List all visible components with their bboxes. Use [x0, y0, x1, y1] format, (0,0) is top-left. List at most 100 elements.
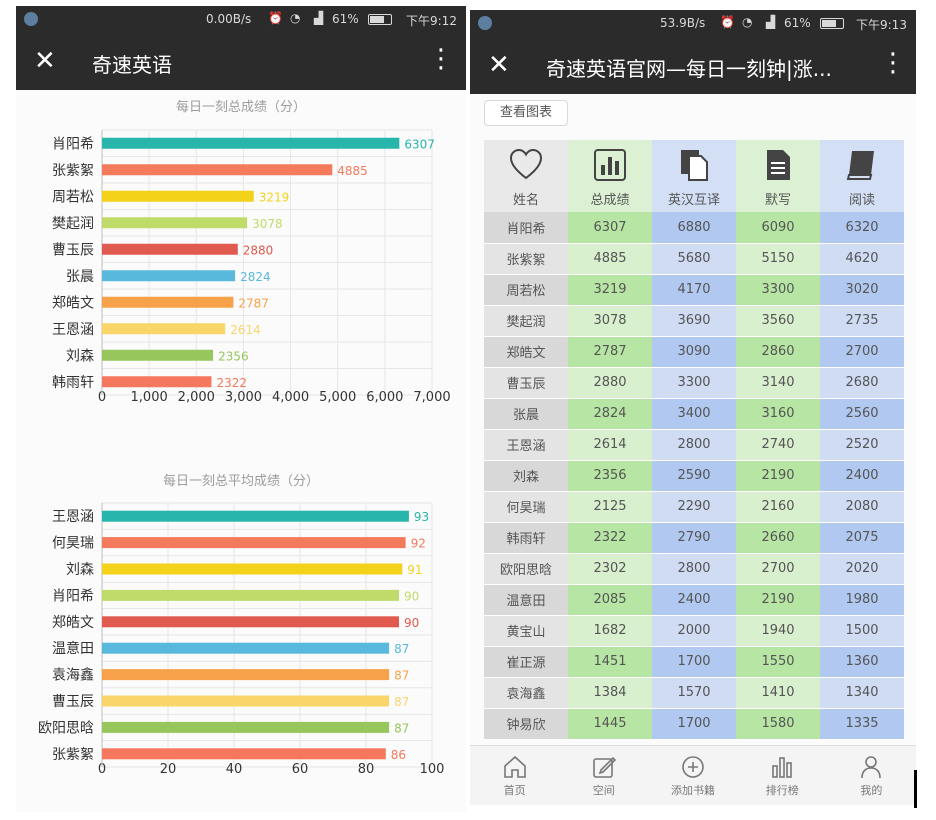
cell-dictation: 5150 — [736, 243, 820, 275]
nav-label: 首页 — [503, 784, 526, 797]
nav-space[interactable]: 空间 — [559, 746, 648, 805]
bar[interactable] — [102, 190, 254, 202]
more-options-icon[interactable]: ⋮ — [428, 45, 454, 73]
more-options-icon[interactable]: ⋮ — [880, 49, 906, 77]
nav-add-book[interactable]: 添加书籍 — [648, 746, 737, 805]
table-row[interactable]: 曹玉辰 2880 3300 3140 2680 — [484, 367, 904, 399]
bar[interactable] — [102, 642, 390, 654]
average-score-bar-chart: 0 20 40 60 80 100王恩涵 93何昊瑞 92刘森 91肖阳希 90郑皓文 90温意田 8… — [38, 502, 444, 777]
plus-circle-icon — [682, 756, 704, 778]
ranking-icon — [772, 757, 793, 778]
table-row[interactable]: 何昊瑞 2125 2290 2160 2080 — [484, 491, 904, 523]
data-label: 93 — [414, 510, 429, 524]
bar[interactable] — [102, 695, 390, 707]
table-row[interactable]: 袁海鑫 1384 1570 1410 1340 — [484, 677, 904, 709]
bar[interactable] — [102, 270, 236, 282]
cell-reading: 1360 — [820, 646, 904, 678]
alarm-icon: ⏰ — [268, 11, 283, 25]
cell-dictation: 2660 — [736, 522, 820, 554]
cell-total: 4885 — [568, 243, 652, 275]
bar[interactable] — [102, 243, 238, 255]
view-chart-button[interactable]: 查看图表 — [484, 100, 568, 126]
table-row[interactable]: 温意田 2085 2400 2190 1980 — [484, 584, 904, 616]
table-row[interactable]: 钟易欣 1445 1700 1580 1335 — [484, 708, 904, 740]
page-title: 奇速英语 — [92, 53, 172, 77]
table-row[interactable]: 王恩涵 2614 2800 2740 2520 — [484, 429, 904, 461]
cell-reading: 6320 — [820, 212, 904, 244]
category-label: 王恩涵 — [52, 509, 94, 525]
cell-translation: 2000 — [652, 615, 736, 647]
category-label: 郑皓文 — [52, 295, 94, 311]
cell-dictation: 3140 — [736, 367, 820, 399]
bar[interactable] — [102, 137, 400, 149]
column-header-dictation[interactable]: 默写 — [736, 140, 820, 212]
nav-ranking[interactable]: 排行榜 — [738, 746, 827, 805]
table-row[interactable]: 刘森 2356 2590 2190 2400 — [484, 460, 904, 492]
table-row[interactable]: 郑皓文 2787 3090 2860 2700 — [484, 336, 904, 368]
cell-total: 2125 — [568, 491, 652, 523]
page-title: 奇速英语官网—每日一刻钟|涨... — [546, 57, 832, 81]
bar[interactable] — [102, 616, 399, 628]
bar[interactable] — [102, 164, 333, 176]
cell-dictation: 2190 — [736, 460, 820, 492]
table-row[interactable]: 欧阳思晗 2302 2800 2700 2020 — [484, 553, 904, 585]
nav-home[interactable]: 首页 — [470, 746, 559, 805]
bar[interactable] — [102, 721, 390, 733]
bar[interactable] — [102, 349, 214, 361]
bar[interactable] — [102, 669, 390, 681]
table-row[interactable]: 肖阳希 6307 6880 6090 6320 — [484, 212, 904, 244]
bar[interactable] — [102, 217, 248, 229]
x-tick-label: 1,000 — [131, 390, 168, 405]
category-label: 曹玉辰 — [52, 694, 94, 710]
table-row[interactable]: 周若松 3219 4170 3300 3020 — [484, 274, 904, 306]
x-tick-label: 6,000 — [366, 390, 403, 405]
bar[interactable] — [102, 748, 386, 760]
bar[interactable] — [102, 589, 399, 601]
cell-name: 张晨 — [484, 398, 568, 430]
score-table: 姓名 总成绩 英汉互译 默写 阅读 肖阳希 6307 6880 6090 632… — [484, 140, 904, 740]
bar[interactable] — [102, 296, 234, 308]
score-table-body: 肖阳希 6307 6880 6090 6320 张紫絮 4885 5680 5150 4620 周若… — [484, 212, 904, 740]
cell-name: 韩雨轩 — [484, 522, 568, 554]
column-header-name[interactable]: 姓名 — [484, 140, 568, 212]
table-row[interactable]: 樊起润 3078 3690 3560 2735 — [484, 305, 904, 337]
cell-reading: 2560 — [820, 398, 904, 430]
heart-icon — [509, 148, 543, 180]
bar[interactable] — [102, 510, 409, 522]
category-label: 袁海鑫 — [52, 667, 94, 684]
battery-percent: 61% — [332, 12, 359, 26]
column-header-translation[interactable]: 英汉互译 — [652, 140, 736, 212]
category-label: 张紫絮 — [52, 746, 94, 763]
close-icon[interactable]: ✕ — [34, 48, 56, 74]
data-label: 2356 — [218, 349, 249, 363]
column-header-reading[interactable]: 阅读 — [820, 140, 904, 212]
close-icon[interactable]: ✕ — [488, 52, 510, 78]
column-header-label: 阅读 — [848, 193, 875, 208]
data-label: 91 — [407, 563, 422, 577]
category-label: 刘森 — [66, 348, 94, 364]
table-row[interactable]: 韩雨轩 2322 2790 2660 2075 — [484, 522, 904, 554]
nav-me[interactable]: 我的 — [827, 746, 916, 805]
bar[interactable] — [102, 376, 212, 388]
data-label: 87 — [394, 695, 409, 709]
table-row[interactable]: 张紫絮 4885 5680 5150 4620 — [484, 243, 904, 275]
x-tick-label: 60 — [292, 762, 309, 777]
cell-total: 1384 — [568, 677, 652, 709]
bar-chart-icon — [594, 149, 626, 181]
table-row[interactable]: 张晨 2824 3400 3160 2560 — [484, 398, 904, 430]
battery-icon — [820, 18, 844, 29]
cell-dictation: 2860 — [736, 336, 820, 368]
data-label: 3078 — [252, 217, 283, 231]
bar[interactable] — [102, 537, 406, 549]
table-row[interactable]: 崔正源 1451 1700 1550 1360 — [484, 646, 904, 678]
cell-translation: 5680 — [652, 243, 736, 275]
cell-reading: 2020 — [820, 553, 904, 585]
cell-translation: 2590 — [652, 460, 736, 492]
table-row[interactable]: 黄宝山 1682 2000 1940 1500 — [484, 615, 904, 647]
category-label: 肖阳希 — [52, 136, 94, 152]
average-score-chart: 每日一刻总平均成绩（分） 0 20 40 60 80 100 王恩涵 93 何昊瑞 92 刘森 91 肖… — [16, 466, 466, 812]
bar[interactable] — [102, 563, 403, 575]
column-header-total[interactable]: 总成绩 — [568, 140, 652, 212]
bar[interactable] — [102, 323, 226, 335]
nav-label: 我的 — [860, 784, 883, 797]
